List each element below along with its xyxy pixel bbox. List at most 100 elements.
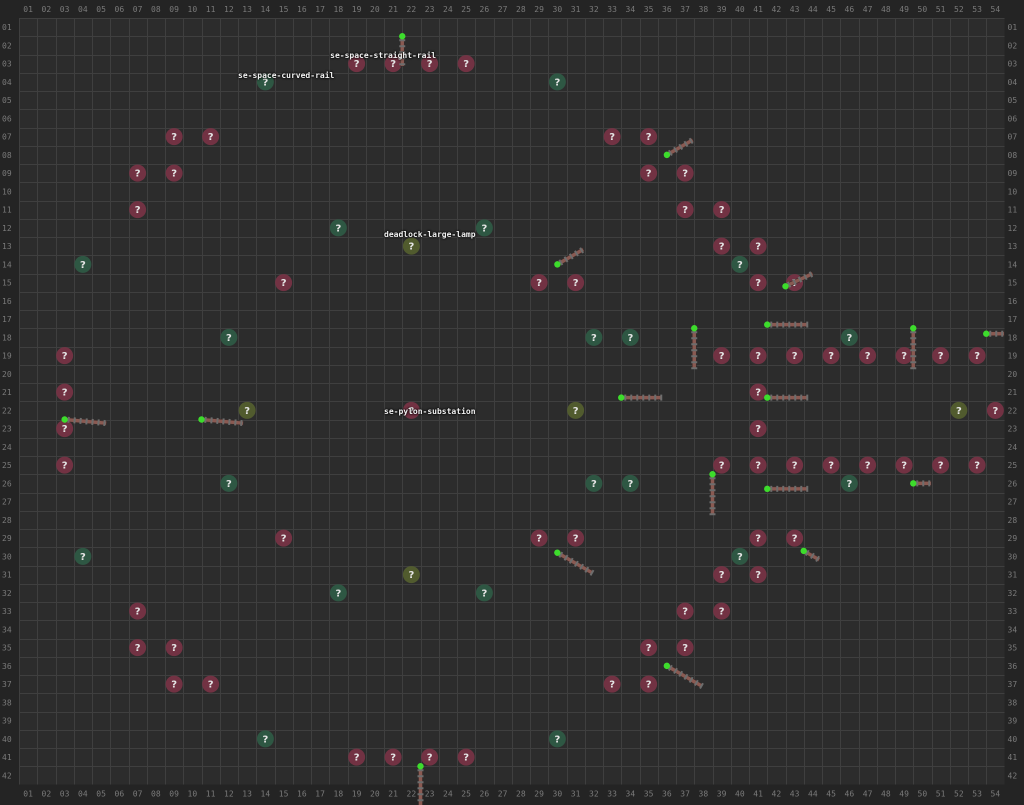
unknown-entity-marker[interactable]: ? (932, 456, 950, 474)
unknown-entity-marker[interactable]: ? (567, 274, 585, 292)
unknown-entity-marker[interactable]: ? (329, 584, 347, 602)
unknown-entity-marker[interactable]: ? (676, 164, 694, 182)
blueprint-canvas[interactable]: 01 01 02 02 03 03 04 04 05 05 06 06 07 07 08 08 09 09 10 10… (0, 0, 1024, 805)
unknown-entity-marker[interactable]: ? (165, 164, 183, 182)
unknown-entity-marker[interactable]: ? (640, 128, 658, 146)
unknown-entity-marker[interactable]: ? (530, 529, 548, 547)
unknown-entity-marker[interactable]: ? (56, 383, 74, 401)
unknown-entity-marker[interactable]: ? (457, 55, 475, 73)
unknown-entity-marker[interactable]: ? (840, 328, 858, 346)
unknown-entity-marker[interactable]: ? (676, 639, 694, 657)
unknown-entity-marker[interactable]: ? (749, 456, 767, 474)
unknown-entity-marker[interactable]: ? (749, 274, 767, 292)
unknown-entity-marker[interactable]: ? (220, 328, 238, 346)
unknown-entity-marker[interactable]: ? (56, 347, 74, 365)
rail-segment[interactable] (910, 325, 917, 370)
unknown-entity-marker[interactable]: ? (640, 639, 658, 657)
unknown-entity-marker[interactable]: ? (713, 602, 731, 620)
unknown-entity-marker[interactable]: ? (749, 237, 767, 255)
unknown-entity-marker[interactable]: ? (202, 128, 220, 146)
rail-segment[interactable] (399, 33, 406, 67)
unknown-entity-marker[interactable]: ? (713, 456, 731, 474)
unknown-entity-marker[interactable]: ? (220, 474, 238, 492)
unknown-entity-marker[interactable]: ? (165, 675, 183, 693)
unknown-entity-marker[interactable]: ? (713, 237, 731, 255)
rail-segment[interactable] (764, 321, 809, 328)
unknown-entity-marker[interactable]: ? (548, 73, 566, 91)
unknown-entity-marker[interactable]: ? (731, 255, 749, 273)
unknown-entity-marker[interactable]: ? (713, 566, 731, 584)
grid-map[interactable]: 01 01 02 02 03 03 04 04 05 05 06 06 07 07 08 08 09 09 10 10… (0, 0, 1024, 805)
unknown-entity-marker[interactable]: ? (676, 201, 694, 219)
unknown-entity-marker[interactable]: ? (749, 529, 767, 547)
unknown-entity-marker[interactable]: ? (621, 328, 639, 346)
unknown-entity-marker[interactable]: ? (548, 730, 566, 748)
unknown-entity-marker[interactable]: ? (275, 529, 293, 547)
unknown-entity-marker[interactable]: ? (822, 347, 840, 365)
unknown-entity-marker[interactable]: ? (822, 456, 840, 474)
unknown-entity-marker[interactable]: ? (567, 401, 585, 419)
unknown-entity-marker[interactable]: ? (932, 347, 950, 365)
unknown-entity-marker[interactable]: ? (74, 547, 92, 565)
unknown-entity-marker[interactable]: ? (129, 602, 147, 620)
unknown-entity-marker[interactable]: ? (749, 383, 767, 401)
unknown-entity-marker[interactable]: ? (256, 730, 274, 748)
unknown-entity-marker[interactable]: ? (840, 474, 858, 492)
unknown-entity-marker[interactable]: ? (713, 201, 731, 219)
unknown-entity-marker[interactable]: ? (676, 602, 694, 620)
unknown-entity-marker[interactable]: ? (165, 128, 183, 146)
unknown-entity-marker[interactable]: ? (640, 675, 658, 693)
unknown-entity-marker[interactable]: ? (74, 255, 92, 273)
unknown-entity-marker[interactable]: ? (786, 529, 804, 547)
unknown-entity-marker[interactable]: ? (530, 274, 548, 292)
unknown-entity-marker[interactable]: ? (895, 456, 913, 474)
unknown-entity-marker[interactable]: ? (786, 456, 804, 474)
unknown-entity-marker[interactable]: ? (402, 566, 420, 584)
unknown-entity-marker[interactable]: ? (129, 201, 147, 219)
rail-segment[interactable] (417, 763, 424, 805)
unknown-entity-marker[interactable]: ? (621, 474, 639, 492)
unknown-entity-marker[interactable]: ? (129, 639, 147, 657)
unknown-entity-marker[interactable]: ? (475, 219, 493, 237)
unknown-entity-marker[interactable]: ? (640, 164, 658, 182)
unknown-entity-marker[interactable]: ? (238, 401, 256, 419)
unknown-entity-marker[interactable]: ? (457, 748, 475, 766)
rail-segment[interactable] (691, 325, 698, 370)
unknown-entity-marker[interactable]: ? (749, 347, 767, 365)
unknown-entity-marker[interactable]: ? (895, 347, 913, 365)
unknown-entity-marker[interactable]: ? (749, 566, 767, 584)
unknown-entity-marker[interactable]: ? (129, 164, 147, 182)
unknown-entity-marker[interactable]: ? (567, 529, 585, 547)
unknown-entity-marker[interactable]: ? (968, 347, 986, 365)
unknown-entity-marker[interactable]: ? (56, 456, 74, 474)
unknown-entity-marker[interactable]: ? (585, 474, 603, 492)
unknown-entity-marker[interactable]: ? (859, 347, 877, 365)
rail-segment[interactable] (764, 485, 809, 493)
unknown-entity-marker[interactable]: ? (329, 219, 347, 237)
rail-segment[interactable] (709, 471, 716, 516)
unknown-entity-marker[interactable]: ? (421, 748, 439, 766)
unknown-entity-marker[interactable]: ? (384, 748, 402, 766)
unknown-entity-marker[interactable]: ? (348, 748, 366, 766)
column-tick: 29 (534, 790, 544, 799)
unknown-entity-marker[interactable]: ? (986, 401, 1004, 419)
unknown-entity-marker[interactable]: ? (603, 128, 621, 146)
unknown-entity-marker[interactable]: ? (950, 401, 968, 419)
rail-segment[interactable] (764, 394, 809, 401)
unknown-entity-marker[interactable]: ? (749, 420, 767, 438)
unknown-entity-marker[interactable]: ? (475, 584, 493, 602)
unknown-entity-marker[interactable]: ? (786, 347, 804, 365)
rail-segment[interactable] (618, 394, 663, 401)
unknown-entity-marker[interactable]: ? (859, 456, 877, 474)
unknown-entity-marker[interactable]: ? (731, 547, 749, 565)
unknown-entity-marker[interactable]: ? (165, 639, 183, 657)
rail-segment[interactable] (910, 480, 932, 487)
unknown-entity-marker[interactable]: ? (402, 237, 420, 255)
unknown-entity-marker[interactable]: ? (603, 675, 621, 693)
rail-segment[interactable] (983, 330, 1005, 337)
unknown-entity-marker[interactable]: ? (713, 347, 731, 365)
unknown-entity-marker[interactable]: ? (202, 675, 220, 693)
unknown-entity-marker[interactable]: ? (585, 328, 603, 346)
unknown-entity-marker[interactable]: ? (275, 274, 293, 292)
unknown-entity-marker[interactable]: ? (968, 456, 986, 474)
